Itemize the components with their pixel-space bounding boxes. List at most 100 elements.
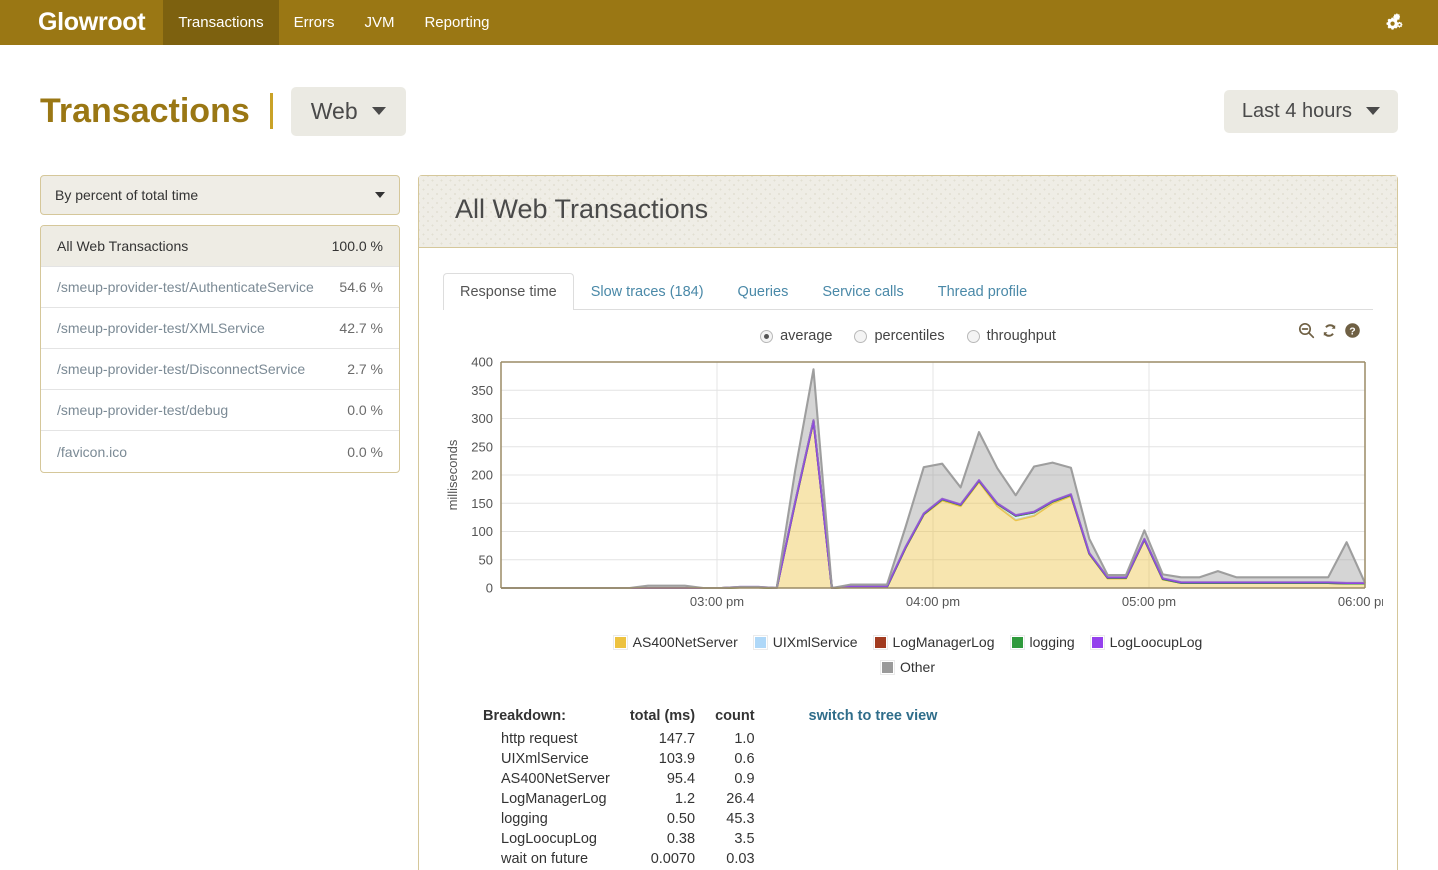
tab-thread-profile[interactable]: Thread profile [921, 273, 1044, 310]
legend-item[interactable]: logging [1009, 632, 1075, 653]
svg-text:?: ? [1349, 325, 1355, 337]
time-range-label: Last 4 hours [1241, 99, 1352, 122]
svg-text:50: 50 [479, 552, 493, 567]
svg-text:300: 300 [471, 411, 493, 426]
main-content: By percent of total time All Web Transac… [0, 175, 1438, 870]
breakdown-count: 0.6 [734, 751, 755, 767]
svg-text:150: 150 [471, 496, 493, 511]
legend-item[interactable]: AS400NetServer [612, 632, 738, 653]
breakdown-total: 0.50 [666, 811, 696, 827]
legend-swatch [879, 660, 895, 675]
legend-swatch [752, 635, 768, 650]
list-item[interactable]: /smeup-provider-test/debug 0.0 % [41, 390, 399, 431]
breakdown-heading: Breakdown: [483, 708, 566, 724]
nav-item-errors[interactable]: Errors [279, 0, 350, 45]
svg-text:350: 350 [471, 383, 493, 398]
tab-bar: Response time Slow traces (184) Queries … [443, 273, 1373, 310]
legend-item[interactable]: LogLoocupLog [1089, 632, 1202, 653]
legend-label: LogManagerLog [892, 634, 995, 650]
transaction-name: /smeup-provider-test/debug [57, 402, 229, 418]
list-item[interactable]: /smeup-provider-test/XMLService 42.7 % [41, 308, 399, 349]
legend-label: Other [899, 659, 935, 675]
radio-average[interactable]: average [760, 328, 832, 344]
chevron-down-icon [1366, 107, 1380, 115]
list-item[interactable]: /smeup-provider-test/AuthenticateService… [41, 267, 399, 308]
breakdown-count: 0.03 [726, 851, 755, 867]
svg-text:200: 200 [471, 468, 493, 483]
transaction-list: All Web Transactions 100.0 % /smeup-prov… [40, 225, 400, 473]
brand-logo[interactable]: Glowroot [0, 0, 163, 45]
list-item[interactable]: /smeup-provider-test/DisconnectService 2… [41, 349, 399, 390]
nav-item-reporting[interactable]: Reporting [409, 0, 504, 45]
table-row: LogManagerLog 1.2 26.4 [483, 789, 765, 809]
breakdown-name: UIXmlService [501, 751, 589, 767]
chart-toolbar: ? [1298, 322, 1361, 339]
svg-text:250: 250 [471, 439, 493, 454]
chevron-down-icon [375, 192, 385, 198]
legend-swatch [612, 635, 628, 650]
breakdown-name: wait on future [501, 851, 589, 867]
transaction-type-dropdown[interactable]: Web [290, 86, 406, 136]
chart-canvas[interactable]: 0 50 100 150 200 250 300 350 400 milliseconds 03:0… [443, 356, 1383, 626]
radio-label: average [780, 328, 833, 344]
help-icon[interactable]: ? [1344, 322, 1361, 339]
legend-item[interactable]: LogManagerLog [872, 632, 995, 653]
nav-item-jvm[interactable]: JVM [349, 0, 409, 45]
top-navbar: Glowroot Transactions Errors JVM Reporti… [0, 0, 1438, 45]
legend-swatch [1009, 635, 1025, 650]
transaction-type-label: Web [310, 97, 358, 124]
page-header: Transactions Web Last 4 hours [0, 45, 1438, 141]
navbar-right [1378, 0, 1438, 45]
time-range-dropdown[interactable]: Last 4 hours [1223, 89, 1398, 133]
breakdown-total: 95.4 [666, 771, 696, 787]
radio-indicator [854, 329, 868, 343]
refresh-icon[interactable] [1321, 322, 1338, 339]
tab-queries[interactable]: Queries [721, 273, 806, 310]
transaction-percent: 100.0 % [331, 238, 383, 254]
sort-order-dropdown[interactable]: By percent of total time [40, 175, 400, 215]
page-header-right: Last 4 hours [1223, 89, 1398, 133]
breakdown-total: 1.2 [674, 791, 696, 807]
legend-label: logging [1029, 634, 1075, 650]
chart-mode-controls: average percentiles throughput ? [443, 310, 1373, 350]
legend-item[interactable]: Other [879, 657, 935, 678]
zoom-out-icon[interactable] [1298, 322, 1315, 339]
transaction-detail-panel: All Web Transactions Response time Slow … [418, 175, 1398, 870]
breakdown-total: 0.0070 [650, 851, 696, 867]
panel-body: Response time Slow traces (184) Queries … [419, 248, 1397, 870]
legend-swatch [872, 635, 888, 650]
breakdown-total: 103.9 [658, 751, 696, 767]
tab-slow-traces[interactable]: Slow traces (184) [574, 273, 721, 310]
svg-text:100: 100 [471, 524, 493, 539]
breakdown-count: 45.3 [726, 811, 755, 827]
list-item[interactable]: All Web Transactions 100.0 % [41, 226, 399, 267]
panel-header: All Web Transactions [419, 176, 1397, 248]
breakdown-table: Breakdown: total (ms) count http request… [483, 706, 765, 869]
radio-label: throughput [986, 328, 1056, 344]
breakdown-count: 0.9 [734, 771, 755, 787]
svg-text:400: 400 [471, 356, 493, 370]
tab-service-calls[interactable]: Service calls [805, 273, 920, 310]
tab-response-time[interactable]: Response time [443, 273, 574, 310]
svg-text:05:00 pm: 05:00 pm [1122, 594, 1176, 609]
breakdown-name: LogManagerLog [501, 791, 607, 807]
legend-item[interactable]: UIXmlService [752, 632, 858, 653]
cogs-icon[interactable] [1378, 6, 1412, 40]
response-time-chart[interactable]: 0 50 100 150 200 250 300 350 400 milliseconds 03:0… [443, 350, 1383, 626]
nav-items: Transactions Errors JVM Reporting [163, 0, 504, 45]
radio-percentiles[interactable]: percentiles [854, 328, 945, 344]
list-item[interactable]: /favicon.ico 0.0 % [41, 431, 399, 472]
svg-text:06:00 pm: 06:00 pm [1338, 594, 1383, 609]
transaction-percent: 0.0 % [347, 402, 383, 418]
breakdown-name: LogLoocupLog [501, 831, 597, 847]
svg-text:03:00 pm: 03:00 pm [690, 594, 744, 609]
nav-item-transactions[interactable]: Transactions [163, 0, 279, 45]
transaction-name: /smeup-provider-test/AuthenticateService [57, 279, 314, 295]
transaction-name: /favicon.ico [57, 443, 128, 460]
svg-text:milliseconds: milliseconds [445, 439, 460, 510]
column-count: count [715, 708, 755, 724]
switch-to-tree-view-link[interactable]: switch to tree view [809, 708, 938, 724]
transaction-percent: 42.7 % [339, 320, 383, 336]
panel-title: All Web Transactions [455, 194, 709, 224]
radio-throughput[interactable]: throughput [966, 328, 1056, 344]
